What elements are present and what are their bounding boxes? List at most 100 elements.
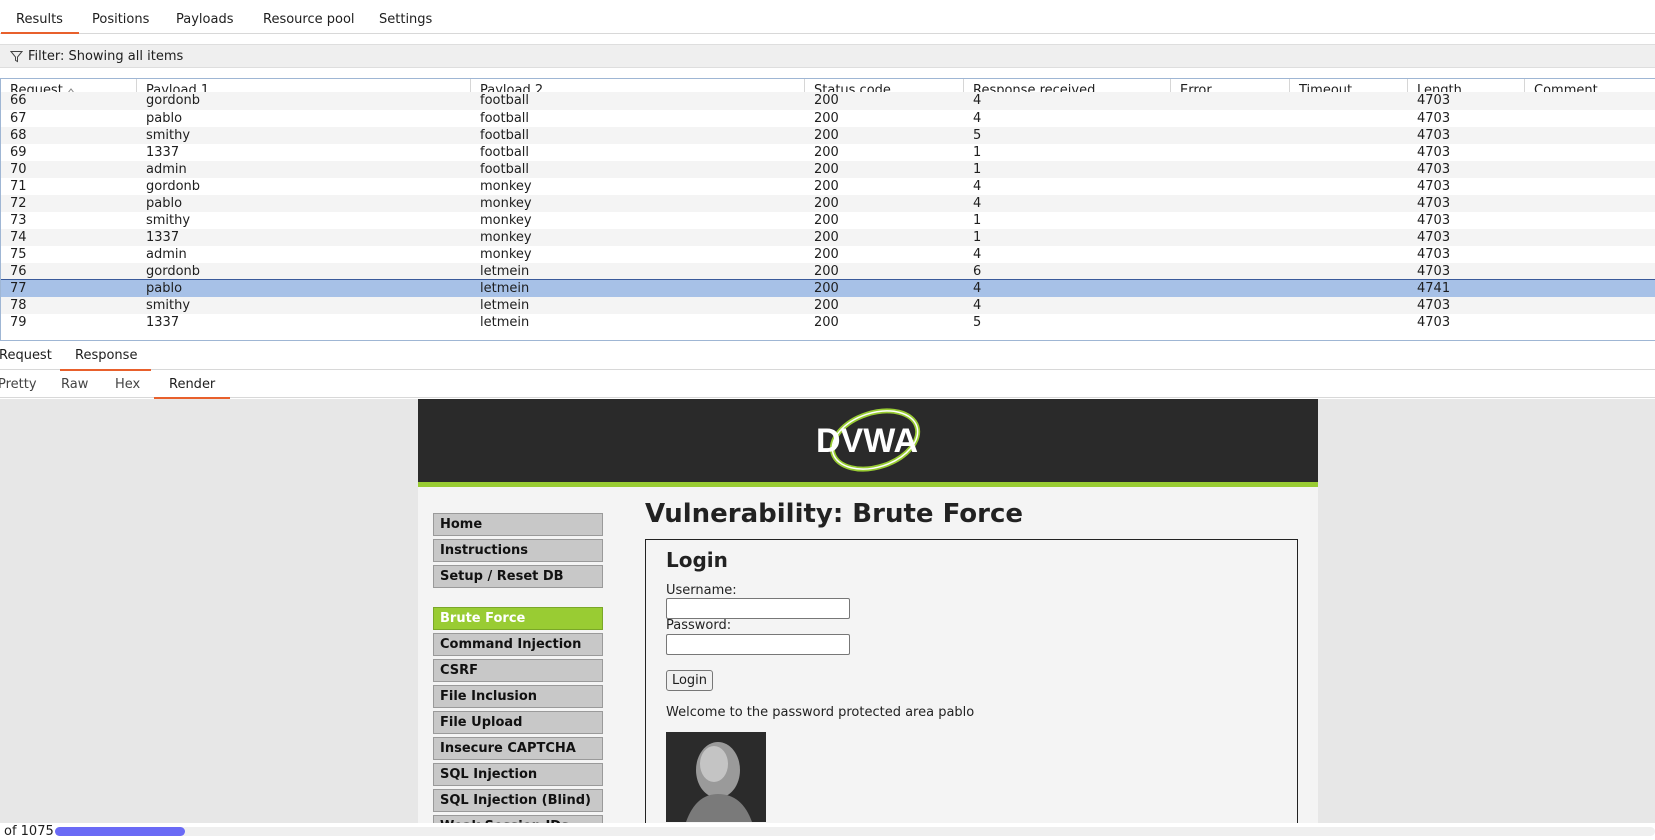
cell-response-received: 4 — [973, 281, 982, 296]
menu-item-setup-reset-db[interactable]: Setup / Reset DB — [433, 565, 603, 588]
filter-label: Filter: Showing all items — [28, 49, 184, 64]
tab-raw[interactable]: Raw — [61, 377, 88, 392]
cell-error — [1171, 212, 1180, 230]
cell-status-code: 200 — [814, 298, 839, 313]
cell-comment — [1525, 280, 1534, 298]
login-title: Login — [666, 548, 728, 572]
filter-icon — [10, 51, 23, 63]
cell-request: 76 — [10, 264, 27, 279]
table-row[interactable]: 76 gordonb letmein 200 6 4703 — [1, 263, 1655, 281]
menu-item-command-injection[interactable]: Command Injection — [433, 633, 603, 656]
table-row[interactable]: 73 smithy monkey 200 1 4703 — [1, 212, 1655, 230]
cell-length: 4703 — [1417, 213, 1451, 228]
cell-length: 4703 — [1417, 162, 1451, 177]
render-view: DVWA Home Instructions Setup / Reset DB Bru… — [0, 399, 1655, 823]
cell-comment — [1525, 161, 1534, 179]
page-title: Vulnerability: Brute Force — [645, 499, 1024, 529]
cell-status-code: 200 — [814, 196, 839, 211]
tab-settings[interactable]: Settings — [379, 12, 432, 27]
cell-payload-1: gordonb — [146, 179, 201, 194]
cell-status-code: 200 — [814, 264, 839, 279]
table-row[interactable]: 78 smithy letmein 200 4 4703 — [1, 297, 1655, 315]
tab-pretty[interactable]: Pretty — [0, 377, 37, 392]
cell-error — [1171, 297, 1180, 315]
menu-item-sql-injection-blind[interactable]: SQL Injection (Blind) — [433, 789, 603, 812]
menu-item-weak-session-ids[interactable]: Weak Session IDs — [433, 815, 603, 823]
status-bar: of 1075 — [0, 823, 1655, 840]
tab-resource-pool[interactable]: Resource pool — [263, 12, 355, 27]
cell-request: 79 — [10, 315, 27, 330]
cell-length: 4703 — [1417, 111, 1451, 126]
table-row[interactable]: 71 gordonb monkey 200 4 4703 — [1, 178, 1655, 196]
cell-response-received: 4 — [973, 247, 982, 262]
menu-item-file-upload[interactable]: File Upload — [433, 711, 603, 734]
login-button[interactable]: Login — [666, 670, 713, 691]
cell-request: 68 — [10, 128, 27, 143]
cell-comment — [1525, 263, 1534, 281]
username-input[interactable] — [666, 598, 850, 619]
password-label: Password: — [666, 618, 732, 633]
username-label: Username: — [666, 583, 737, 598]
cell-error — [1171, 229, 1180, 247]
menu-item-sql-injection[interactable]: SQL Injection — [433, 763, 603, 786]
table-row[interactable]: 75 admin monkey 200 4 4703 — [1, 246, 1655, 264]
tab-hex[interactable]: Hex — [115, 377, 140, 392]
cell-error — [1171, 280, 1180, 298]
cell-response-received: 6 — [973, 264, 982, 279]
cell-status-code: 200 — [814, 145, 839, 160]
cell-length: 4703 — [1417, 264, 1451, 279]
cell-response-received: 1 — [973, 213, 982, 228]
table-row[interactable]: 67 pablo football 200 4 4703 — [1, 110, 1655, 128]
cell-response-received: 4 — [973, 196, 982, 211]
dvwa-page: DVWA Home Instructions Setup / Reset DB Bru… — [418, 399, 1318, 823]
cell-length: 4703 — [1417, 230, 1451, 245]
cell-payload-2: football — [480, 111, 530, 126]
table-row[interactable]: 70 admin football 200 1 4703 — [1, 161, 1655, 179]
table-row[interactable]: 77 pablo letmein 200 4 4741 — [1, 279, 1655, 299]
cell-timeout — [1290, 280, 1299, 298]
cell-error — [1171, 195, 1180, 213]
menu-item-file-inclusion[interactable]: File Inclusion — [433, 685, 603, 708]
menu-item-instructions[interactable]: Instructions — [433, 539, 603, 562]
menu-item-brute-force[interactable]: Brute Force — [433, 607, 603, 630]
tab-request[interactable]: Request — [0, 348, 52, 363]
cell-request: 77 — [10, 281, 27, 296]
cell-comment — [1525, 297, 1534, 315]
cell-request: 75 — [10, 247, 27, 262]
menu-item-home[interactable]: Home — [433, 513, 603, 536]
cell-timeout — [1290, 229, 1299, 247]
cell-comment — [1525, 127, 1534, 145]
table-row[interactable]: 79 1337 letmein 200 5 4703 — [1, 314, 1655, 332]
progress-bar — [55, 827, 1655, 836]
password-input[interactable] — [666, 634, 850, 655]
cell-payload-1: admin — [146, 247, 187, 262]
tab-response[interactable]: Response — [59, 348, 152, 371]
menu-item-insecure-captcha[interactable]: Insecure CAPTCHA — [433, 737, 603, 760]
dvwa-header: DVWA — [418, 399, 1318, 482]
table-row[interactable]: 72 pablo monkey 200 4 4703 — [1, 195, 1655, 213]
table-row[interactable]: 68 smithy football 200 5 4703 — [1, 127, 1655, 145]
cell-timeout — [1290, 178, 1299, 196]
tab-results[interactable]: Results — [1, 12, 79, 34]
filter-bar[interactable]: Filter: Showing all items — [0, 44, 1655, 68]
table-row[interactable]: 66 gordonb football 200 4 4703 — [1, 92, 1655, 110]
menu-item-csrf[interactable]: CSRF — [433, 659, 603, 682]
table-row[interactable]: 69 1337 football 200 1 4703 — [1, 144, 1655, 162]
dvwa-logo: DVWA — [816, 408, 921, 472]
cell-comment — [1525, 212, 1534, 230]
cell-response-received: 5 — [973, 315, 982, 330]
tab-positions[interactable]: Positions — [92, 12, 149, 27]
tab-payloads[interactable]: Payloads — [176, 12, 233, 27]
tab-render[interactable]: Render — [153, 377, 231, 399]
cell-request: 70 — [10, 162, 27, 177]
cell-error — [1171, 127, 1180, 145]
top-tab-bar: Results Positions Payloads Resource pool… — [0, 0, 1655, 34]
view-tab-bar: Pretty Raw Hex Render — [0, 372, 1655, 399]
cell-payload-1: gordonb — [146, 93, 201, 108]
table-row[interactable]: 74 1337 monkey 200 1 4703 — [1, 229, 1655, 247]
cell-payload-1: pablo — [146, 196, 183, 211]
menu-spacer — [433, 591, 603, 607]
cell-response-received: 4 — [973, 298, 982, 313]
cell-timeout — [1290, 110, 1299, 128]
cell-error — [1171, 110, 1180, 128]
